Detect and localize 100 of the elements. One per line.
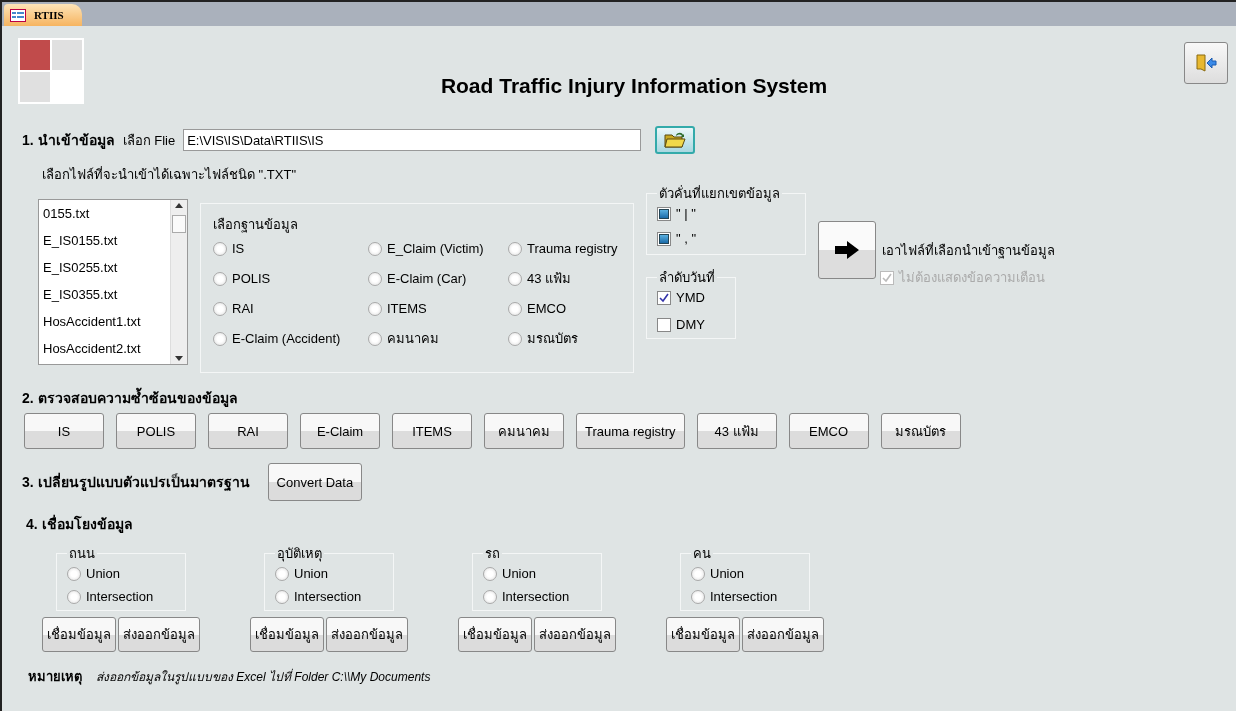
option-label: Union (502, 566, 536, 581)
file-list-item[interactable]: E_IS0255.txt (43, 256, 170, 283)
form-tab[interactable]: RTIIS (4, 4, 82, 26)
radio-button[interactable] (213, 331, 227, 346)
radio-option[interactable]: RAI (213, 301, 368, 316)
browse-button[interactable] (655, 126, 696, 154)
import-button[interactable] (818, 221, 876, 279)
radio-option[interactable]: มรณบัตร (508, 328, 643, 349)
link-action-button[interactable]: ส่งออกข้อมูล (326, 617, 408, 652)
hint-text: เลือกไฟล์ที่จะนำเข้าได้เฉพาะไฟล์ชนิด ".TXT" (42, 165, 297, 184)
radio-option[interactable]: Union (483, 566, 593, 581)
file-list-item[interactable]: E_IS0355.txt (43, 283, 170, 310)
option-label: Intersection (710, 589, 778, 604)
check-button[interactable]: คมนาคม (484, 413, 564, 449)
radio-button[interactable] (508, 271, 522, 286)
radio-button[interactable] (67, 566, 81, 581)
radio-button[interactable] (368, 271, 382, 286)
link-action-button[interactable]: ส่งออกข้อมูล (742, 617, 824, 652)
option-label: POLIS (232, 271, 271, 286)
radio-button[interactable] (368, 331, 382, 346)
radio-option[interactable]: Union (275, 566, 385, 581)
radio-button[interactable] (368, 301, 382, 316)
option-label: " , " (676, 231, 697, 246)
radio-option[interactable]: E_Claim (Victim) (368, 241, 508, 256)
radio-option[interactable]: Intersection (691, 589, 801, 604)
option-label: มรณบัตร (527, 330, 578, 348)
checkbox[interactable] (657, 290, 671, 305)
scroll-down-icon[interactable] (175, 356, 183, 361)
radio-button[interactable] (213, 301, 227, 316)
file-path-field[interactable]: E:\VIS\IS\Data\RTIIS\IS (183, 129, 642, 151)
logo-icon (18, 38, 84, 104)
link-action-button[interactable]: เชื่อมข้อมูล (666, 617, 740, 652)
check-button[interactable]: POLIS (116, 413, 196, 449)
radio-option[interactable]: POLIS (213, 268, 368, 289)
checkbox[interactable] (657, 231, 671, 246)
section-heading: 3. เปลี่ยนรูปแบบตัวแปรเป็นมาตรฐาน (22, 471, 250, 493)
check-button[interactable]: 43 แฟ้ม (696, 413, 777, 449)
radio-option[interactable]: Union (67, 566, 177, 581)
option-label: " | " (676, 206, 696, 221)
section-heading: 1. นำเข้าข้อมูล (22, 131, 115, 151)
exit-button[interactable] (1184, 42, 1228, 84)
check-button[interactable]: มรณบัตร (880, 413, 961, 449)
link-action-button[interactable]: เชื่อมข้อมูล (42, 617, 116, 652)
radio-option[interactable]: IS (213, 241, 368, 256)
link-action-button[interactable]: ส่งออกข้อมูล (118, 617, 200, 652)
checkbox-option[interactable]: " , " (657, 231, 797, 246)
scroll-up-icon[interactable] (175, 203, 183, 208)
radio-button[interactable] (275, 589, 289, 604)
check-button[interactable]: IS (24, 413, 104, 449)
radio-button[interactable] (483, 589, 497, 604)
file-list[interactable]: 0155.txt E_IS0155.txt E_IS0255.txt E_IS0355.txt HosAccident1.txt HosAccident2.txt (38, 199, 188, 365)
section-heading: 4. เชื่อมโยงข้อมูล (26, 513, 134, 535)
radio-option[interactable]: Intersection (275, 589, 385, 604)
option-label: YMD (676, 290, 705, 305)
radio-option[interactable]: E-Claim (Car) (368, 268, 508, 289)
radio-option[interactable]: Union (691, 566, 801, 581)
radio-option[interactable]: E-Claim (Accident) (213, 328, 368, 349)
radio-button[interactable] (483, 566, 497, 581)
link-action-button[interactable]: เชื่อมข้อมูล (250, 617, 324, 652)
radio-button[interactable] (213, 271, 227, 286)
convert-button[interactable]: Convert Data (267, 463, 363, 501)
file-list-item[interactable]: 0155.txt (43, 202, 170, 229)
radio-option[interactable]: EMCO (508, 301, 643, 316)
check-button[interactable]: EMCO (788, 413, 869, 449)
group-title: ตัวคั่นที่แยกเขตข้อมูล (658, 184, 781, 204)
scrollbar[interactable] (170, 200, 187, 364)
checkbox[interactable] (657, 206, 671, 221)
radio-option[interactable]: Intersection (67, 589, 177, 604)
link-action-button[interactable]: ส่งออกข้อมูล (534, 617, 616, 652)
radio-button[interactable] (67, 589, 81, 604)
radio-button[interactable] (368, 241, 382, 256)
checkmark-icon (882, 272, 892, 283)
check-button[interactable]: RAI (208, 413, 288, 449)
radio-button[interactable] (508, 301, 522, 316)
link-action-button[interactable]: เชื่อมข้อมูล (458, 617, 532, 652)
radio-button[interactable] (508, 331, 522, 346)
radio-button[interactable] (275, 566, 289, 581)
checkbox-option[interactable]: YMD (657, 290, 727, 305)
checkbox-option[interactable]: DMY (657, 317, 727, 332)
radio-option[interactable]: Intersection (483, 589, 593, 604)
scroll-thumb[interactable] (172, 215, 186, 233)
file-list-item[interactable]: HosAccident1.txt (43, 310, 170, 337)
check-button[interactable]: ITEMS (392, 413, 472, 449)
radio-button[interactable] (691, 589, 705, 604)
radio-button[interactable] (691, 566, 705, 581)
radio-button[interactable] (213, 241, 227, 256)
check-button[interactable]: E-Claim (300, 413, 380, 449)
checkbox-option[interactable]: " | " (657, 206, 797, 221)
note-text: ส่งออกข้อมูลในรูปแบบของ Excel ไปที่ Folder C:\\My Documents (96, 667, 431, 686)
arrow-right-icon (834, 240, 860, 260)
checkbox[interactable] (657, 317, 671, 332)
radio-option[interactable]: 43 แฟ้ม (508, 268, 643, 289)
radio-button[interactable] (508, 241, 522, 256)
file-list-item[interactable]: E_IS0155.txt (43, 229, 170, 256)
file-list-item[interactable]: HosAccident2.txt (43, 337, 170, 364)
radio-option[interactable]: Trauma registry (508, 241, 643, 256)
radio-option[interactable]: คมนาคม (368, 328, 508, 349)
radio-option[interactable]: ITEMS (368, 301, 508, 316)
option-label: 43 แฟ้ม (527, 270, 572, 288)
check-button[interactable]: Trauma registry (576, 413, 685, 449)
